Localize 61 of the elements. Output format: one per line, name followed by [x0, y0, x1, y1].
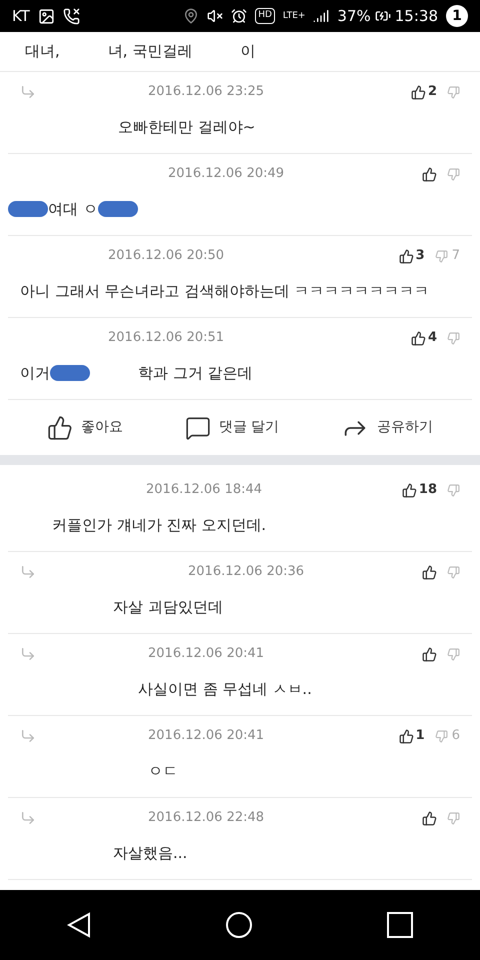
mute-icon: [207, 8, 224, 24]
comment-date: 2016.12.06 18:44: [146, 481, 262, 500]
comment-date: 2016.12.06 23:25: [148, 83, 264, 102]
like-icon: [46, 414, 73, 440]
signal-icon: [313, 8, 330, 24]
dislike-count: 7: [452, 247, 460, 266]
missed-call-icon: [62, 8, 80, 24]
battery-percent: 37%: [337, 6, 371, 27]
comment-text: 이: [240, 41, 256, 62]
post-action-button[interactable]: 좋아요: [46, 414, 123, 440]
dislike-count: 6: [452, 727, 460, 746]
like-count: 2: [428, 83, 437, 102]
post-action-button[interactable]: 댓글 달기: [184, 414, 280, 440]
like-icon[interactable]: [422, 810, 437, 826]
post-action-button[interactable]: 공유하기: [341, 414, 434, 442]
like-icon[interactable]: [402, 482, 417, 498]
like-icon[interactable]: [398, 728, 414, 744]
image-icon: [38, 8, 55, 24]
home-icon[interactable]: [225, 911, 253, 939]
hd-label: HD: [255, 8, 275, 24]
comment-date: 2016.12.06 20:36: [188, 563, 304, 582]
like-icon[interactable]: [422, 166, 437, 182]
redaction-mark: [98, 201, 138, 217]
redaction-mark: [50, 365, 90, 381]
comment-text: 아니 그래서 무슨녀라고 검색해야하는데 ㅋㅋㅋㅋㅋㅋㅋㅋㅋ: [20, 280, 430, 302]
comment-text: 사실이면 좀 무섭네 ㅅㅂ..: [138, 678, 312, 700]
redaction-mark: [8, 201, 48, 217]
alarm-icon: [231, 8, 248, 24]
comment-date: 2016.12.06 20:49: [168, 165, 284, 184]
comment-icon: [184, 414, 211, 440]
like-count: 1: [416, 727, 425, 746]
comment-date: 2016.12.06 20:41: [148, 727, 264, 746]
comment-text: ㅇㄷ: [148, 760, 178, 782]
comment-text: 자살 괴담있던데: [113, 596, 223, 618]
comment-text: 학과 그거 같은데: [138, 362, 253, 384]
clock-time: 15:38: [394, 6, 438, 27]
comment-text: 여대 ㅇ: [48, 198, 98, 220]
back-icon[interactable]: [67, 912, 91, 938]
comment-date: 2016.12.06 20:50: [108, 247, 224, 266]
recent-apps-icon[interactable]: [387, 912, 413, 938]
like-count: 3: [416, 247, 425, 266]
comment-date: 2016.12.06 22:48: [148, 809, 264, 828]
comment-text: 오빠한테만 걸레야~: [118, 116, 256, 138]
location-icon: [183, 8, 200, 24]
network-label: LTE+: [282, 12, 306, 20]
like-icon[interactable]: [422, 646, 437, 662]
like-icon[interactable]: [422, 564, 437, 580]
comment-text: 이거: [20, 362, 50, 384]
like-icon[interactable]: [410, 330, 426, 346]
comment-text: 녀, 국민걸레: [108, 41, 192, 62]
carrier-name: KT: [12, 6, 30, 27]
like-count: 18: [418, 481, 437, 500]
comment-text: 대녀,: [25, 41, 60, 62]
comment-date: 2016.12.06 20:41: [148, 645, 264, 664]
like-icon[interactable]: [398, 248, 414, 264]
like-count: 4: [428, 329, 437, 348]
notification-badge: 1: [446, 5, 468, 27]
comment-text: 커플인가 걔네가 진짜 오지던데.: [52, 514, 266, 536]
comment-date: 2016.12.06 20:51: [108, 329, 224, 348]
comment-text: 자살했음...: [113, 842, 188, 864]
like-icon[interactable]: [410, 84, 426, 100]
